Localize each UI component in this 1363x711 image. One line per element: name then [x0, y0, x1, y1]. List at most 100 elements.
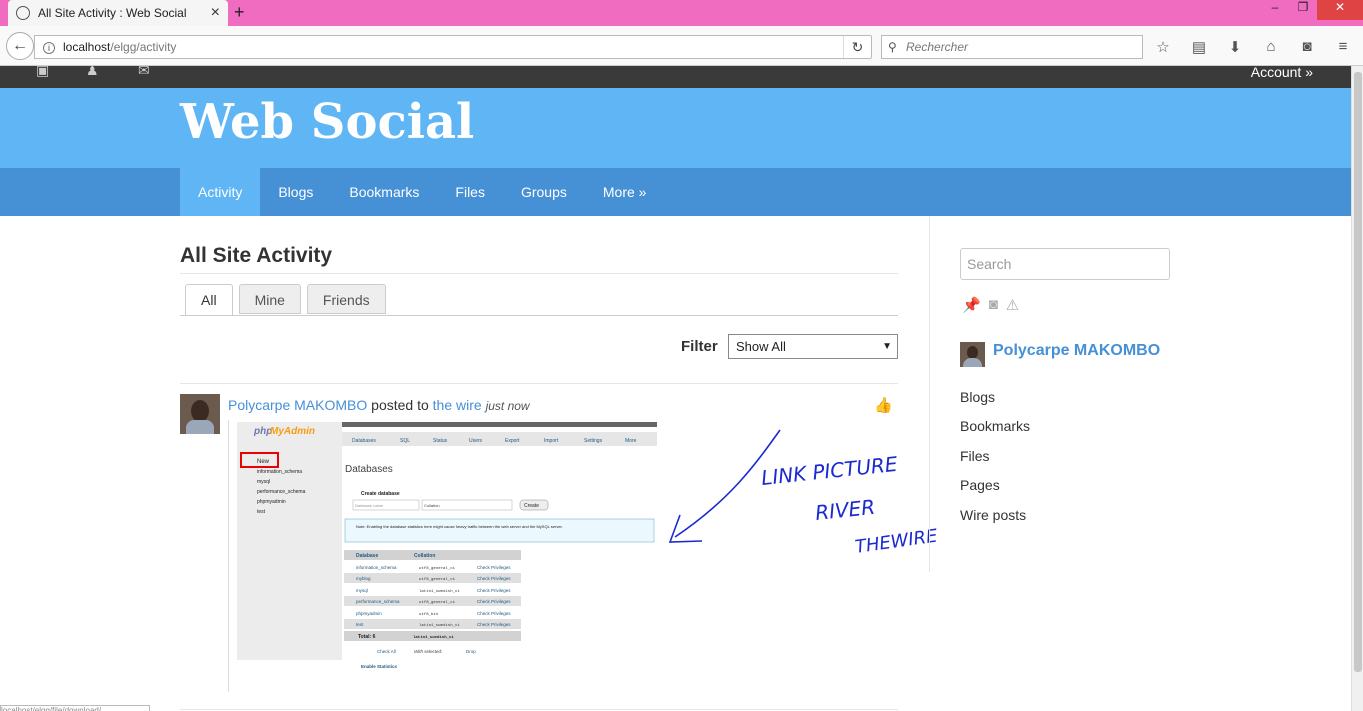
pma-tab: Databases — [352, 438, 376, 444]
menu-item-bookmarks[interactable]: Bookmarks — [331, 168, 437, 216]
back-button[interactable]: ← — [6, 32, 34, 60]
reload-icon[interactable]: ↻ — [843, 36, 871, 58]
pma-tab: More — [625, 438, 637, 444]
tab-mine[interactable]: Mine — [238, 284, 301, 314]
annotation-line-3: THEWIRE — [854, 526, 940, 558]
like-icon[interactable]: 👍 — [874, 396, 893, 414]
pma-row-action: Check Privileges — [477, 611, 511, 616]
pma-row-coll: latin1_swedish_ci — [419, 623, 460, 628]
pma-total: Total: 6 — [358, 634, 376, 640]
maximize-button[interactable]: ❐ — [1289, 0, 1317, 20]
menu-item-files[interactable]: Files — [437, 168, 503, 216]
user-avatar-icon[interactable]: ▣ — [36, 62, 49, 79]
menu-item-blogs[interactable]: Blogs — [260, 168, 331, 216]
search-icon: ⚲ — [888, 40, 897, 54]
tab-title: All Site Activity : Web Social — [38, 6, 187, 20]
friends-icon[interactable]: ♟ — [86, 62, 99, 79]
sidebar-links: Blogs Bookmarks Files Pages Wire posts — [960, 388, 1030, 535]
pma-tab: Import — [544, 438, 559, 444]
pma-logo-myadmin: MyAdmin — [270, 426, 315, 437]
tab-all[interactable]: All — [185, 284, 233, 316]
home-icon[interactable]: ⌂ — [1258, 38, 1284, 56]
pma-create-button: Create — [524, 503, 539, 509]
tab-favicon-icon — [16, 6, 30, 20]
attachment-image[interactable]: php MyAdmin New information_schema mysql… — [237, 422, 657, 684]
divider — [180, 273, 898, 274]
pma-row-db: mysql — [356, 588, 368, 593]
pma-row-action: Check Privileges — [477, 622, 511, 627]
pma-tab: Export — [505, 438, 520, 444]
tab-friends[interactable]: Friends — [306, 284, 386, 314]
sidebar-link-files[interactable]: Files — [960, 447, 1030, 476]
page-scrollbar[interactable] — [1351, 66, 1363, 711]
pma-row-db: test — [356, 622, 364, 627]
menu-item-groups[interactable]: Groups — [503, 168, 585, 216]
chevron-down-icon: ▼ — [882, 341, 892, 352]
browser-tab[interactable]: All Site Activity : Web Social × — [8, 0, 228, 26]
pma-row-action: Check Privileges — [477, 565, 511, 570]
rss-icon[interactable]: ◙ — [989, 296, 998, 314]
target-link[interactable]: the wire — [433, 397, 482, 413]
pma-row-coll: utf8_general_ci — [419, 577, 456, 582]
window-controls: – ❐ ✕ — [1261, 0, 1363, 20]
sidebar-search-input[interactable]: Search — [960, 248, 1170, 280]
account-menu[interactable]: Account » — [1251, 64, 1313, 80]
site-menu: Activity Blogs Bookmarks Files Groups Mo… — [180, 168, 664, 216]
tree-item: mysql — [257, 479, 270, 485]
download-icon[interactable]: ⬇ — [1222, 38, 1248, 56]
pma-db-name: Database name — [355, 503, 384, 508]
filter-label: Filter — [681, 338, 718, 355]
site-title[interactable]: Web Social — [180, 94, 474, 150]
author-avatar[interactable] — [180, 394, 220, 434]
sidebar-user-name[interactable]: Polycarpe MAKOMBO — [993, 342, 1160, 360]
pma-heading: Databases — [345, 464, 393, 475]
site-info-icon[interactable]: i — [43, 41, 55, 54]
pma-row-action: Check Privileges — [477, 576, 511, 581]
pma-row-coll: utf8_bin — [419, 612, 439, 617]
tab-close-icon[interactable]: × — [211, 4, 220, 22]
pma-row-coll: latin1_swedish_ci — [419, 589, 460, 594]
pma-row-coll: utf8_general_ci — [419, 566, 456, 571]
scrollbar-thumb[interactable] — [1354, 72, 1362, 672]
pma-check-all: Check All — [377, 649, 396, 654]
site-header: Web Social — [0, 88, 1351, 168]
pma-col-database: Database — [356, 553, 378, 559]
pin-icon[interactable]: 📌 — [962, 296, 981, 314]
new-tab-button[interactable]: + — [234, 2, 245, 23]
close-window-button[interactable]: ✕ — [1317, 0, 1363, 20]
pma-enable-stats: Enable Statistics — [361, 664, 398, 669]
tree-item: performance_schema — [257, 489, 306, 495]
bookmark-star-icon[interactable]: ☆ — [1150, 38, 1176, 56]
sidebar-link-wire-posts[interactable]: Wire posts — [960, 506, 1030, 535]
sidebar-icons: 📌 ◙ ⚠ — [962, 296, 1019, 314]
pma-row-db: myblog — [356, 576, 371, 581]
reading-list-icon[interactable]: ▤ — [1186, 38, 1212, 56]
browser-navbar: ← i localhost/elgg/activity ↻ ⚲ Recherche… — [0, 26, 1363, 66]
site-topbar: ▣ ♟ ✉ Account » — [0, 62, 1351, 88]
menu-item-more[interactable]: More » — [585, 168, 665, 216]
activity-time: just now — [485, 399, 530, 413]
pma-row-db: information_schema — [356, 565, 397, 570]
activity-tabs: All Mine Friends — [185, 284, 386, 316]
url-host: localhost — [63, 40, 111, 54]
sidebar-link-pages[interactable]: Pages — [960, 476, 1030, 505]
browser-search-placeholder: Rechercher — [906, 40, 969, 54]
browser-search-input[interactable]: ⚲ Rechercher — [881, 35, 1143, 59]
filter-select[interactable]: Show All ▼ — [728, 334, 898, 359]
url-bar[interactable]: i localhost/elgg/activity ↻ — [34, 35, 872, 59]
page-title: All Site Activity — [180, 244, 333, 267]
tree-item: phpmyadmin — [257, 499, 286, 505]
sidebar-link-bookmarks[interactable]: Bookmarks — [960, 417, 1030, 446]
author-link[interactable]: Polycarpe MAKOMBO — [228, 397, 367, 413]
pma-row-action: Check Privileges — [477, 588, 511, 593]
messages-icon[interactable]: ✉ — [138, 62, 150, 79]
warning-icon[interactable]: ⚠ — [1006, 296, 1019, 314]
menu-hamburger-icon[interactable]: ≡ — [1330, 38, 1356, 56]
minimize-button[interactable]: – — [1261, 0, 1289, 20]
sidebar-avatar[interactable] — [960, 342, 985, 367]
sidebar-link-blogs[interactable]: Blogs — [960, 388, 1030, 417]
pocket-icon[interactable]: ◙ — [1294, 38, 1320, 56]
tree-item: information_schema — [257, 469, 302, 475]
avatar-body — [963, 358, 982, 367]
menu-item-activity[interactable]: Activity — [180, 168, 261, 216]
